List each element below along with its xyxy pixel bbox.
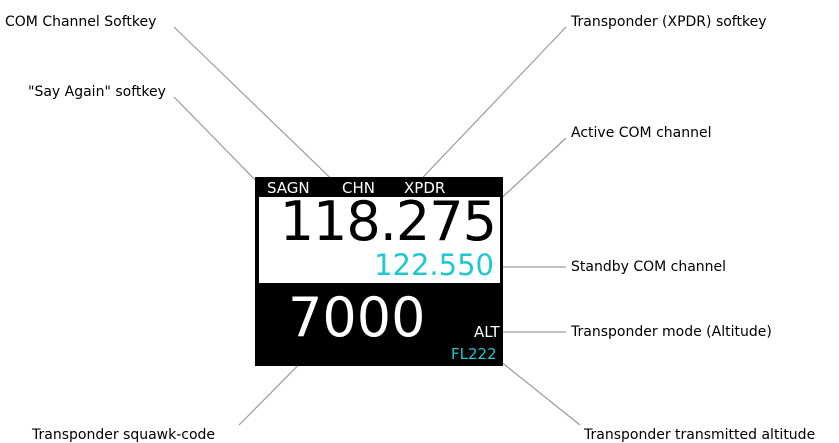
- callout-transponder-softkey: Transponder (XPDR) softkey: [571, 14, 767, 30]
- active-com-frequency: 118.275: [279, 190, 497, 253]
- leader-say-again-softkey: [173, 96, 269, 194]
- transponder-mode: ALT: [474, 323, 500, 341]
- callout-say-again-softkey: "Say Again" softkey: [28, 84, 166, 100]
- callout-standby-com-channel: Standby COM channel: [571, 259, 727, 275]
- callout-com-channel-softkey: COM Channel Softkey: [5, 14, 157, 30]
- leader-com-channel-softkey: [173, 26, 347, 194]
- leader-transponder-softkey: [407, 26, 567, 194]
- squawk-code: 7000: [288, 286, 426, 349]
- callout-transmitted-altitude: Transponder transmitted altitude: [584, 427, 816, 443]
- transmitted-altitude: FL222: [451, 345, 497, 363]
- leader-transmitted-altitude: [499, 360, 581, 426]
- callout-squawk-code: Transponder squawk-code: [32, 427, 216, 443]
- radio-display: SAGN CHN XPDR 118.275 122.550 7000 ALT F…: [255, 177, 503, 366]
- callout-transponder-mode: Transponder mode (Altitude): [571, 324, 772, 340]
- standby-com-frequency: 122.550: [374, 248, 494, 282]
- com-panel: 118.275 122.550: [259, 191, 500, 283]
- callout-active-com-channel: Active COM channel: [571, 125, 712, 141]
